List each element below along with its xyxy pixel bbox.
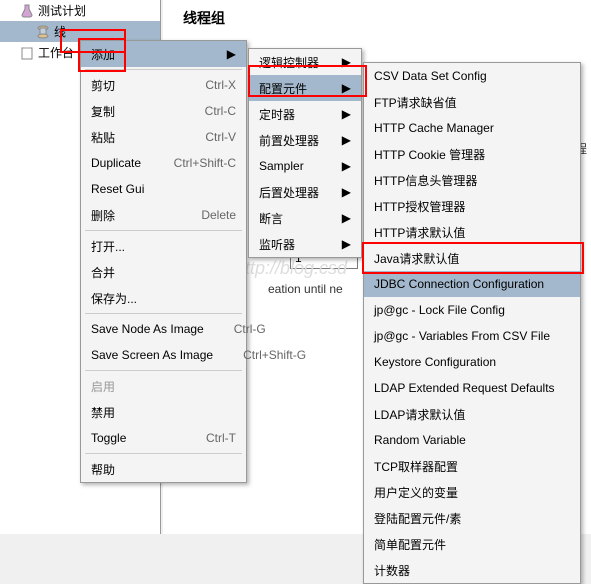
menu-separator — [85, 370, 242, 371]
context-menu: 添加 ▶ 剪切Ctrl-X 复制Ctrl-C 粘贴Ctrl-V Duplicat… — [80, 40, 247, 483]
menu-separator — [85, 313, 242, 314]
tree-root-label: 测试计划 — [38, 2, 86, 19]
menu-enable[interactable]: 启用 — [81, 373, 246, 399]
arrow-right-icon: ▶ — [342, 55, 351, 69]
flask-icon — [20, 4, 34, 18]
watermark-text: http://blog.csd — [235, 258, 347, 279]
submenu-logic-controller[interactable]: 逻辑控制器▶ — [249, 49, 361, 75]
config-lock-file[interactable]: jp@gc - Lock File Config — [364, 297, 580, 323]
config-ldap-defaults[interactable]: LDAP请求默认值 — [364, 401, 580, 427]
config-keystore[interactable]: Keystore Configuration — [364, 349, 580, 375]
menu-separator — [85, 453, 242, 454]
submenu-assertion[interactable]: 断言▶ — [249, 205, 361, 231]
menu-reset-gui[interactable]: Reset Gui — [81, 176, 246, 202]
config-counter[interactable]: 计数器 — [364, 557, 580, 583]
menu-paste[interactable]: 粘贴Ctrl-V — [81, 124, 246, 150]
menu-delete[interactable]: 删除Delete — [81, 202, 246, 228]
menu-cut[interactable]: 剪切Ctrl-X — [81, 72, 246, 98]
arrow-right-icon: ▶ — [342, 107, 351, 121]
arrow-right-icon: ▶ — [342, 133, 351, 147]
config-jdbc[interactable]: JDBC Connection Configuration — [364, 271, 580, 297]
config-http-defaults[interactable]: HTTP请求默认值 — [364, 219, 580, 245]
config-http-auth[interactable]: HTTP授权管理器 — [364, 193, 580, 219]
config-element-submenu: CSV Data Set Config FTP请求缺省值 HTTP Cache … — [363, 62, 581, 584]
config-http-header[interactable]: HTTP信息头管理器 — [364, 167, 580, 193]
menu-toggle[interactable]: ToggleCtrl-T — [81, 425, 246, 451]
menu-separator — [85, 230, 242, 231]
menu-copy[interactable]: 复制Ctrl-C — [81, 98, 246, 124]
add-submenu: 逻辑控制器▶ 配置元件▶ 定时器▶ 前置处理器▶ Sampler▶ 后置处理器▶… — [248, 48, 362, 258]
menu-save-as[interactable]: 保存为... — [81, 285, 246, 311]
arrow-right-icon: ▶ — [342, 159, 351, 173]
menu-add[interactable]: 添加 ▶ — [81, 41, 246, 67]
config-csv[interactable]: CSV Data Set Config — [364, 63, 580, 89]
config-tcp[interactable]: TCP取样器配置 — [364, 453, 580, 479]
menu-save-screen-image[interactable]: Save Screen As ImageCtrl+Shift-G — [81, 342, 246, 368]
tree-node2-label: 工作台 — [38, 44, 74, 61]
config-java-defaults[interactable]: Java请求默认值 — [364, 245, 580, 271]
menu-open[interactable]: 打开... — [81, 233, 246, 259]
submenu-timer[interactable]: 定时器▶ — [249, 101, 361, 127]
main-title: 线程组 — [163, 0, 591, 36]
arrow-right-icon: ▶ — [342, 237, 351, 251]
menu-help[interactable]: 帮助 — [81, 456, 246, 482]
config-random-var[interactable]: Random Variable — [364, 427, 580, 453]
clipboard-icon — [20, 46, 34, 60]
config-http-cookie[interactable]: HTTP Cookie 管理器 — [364, 141, 580, 167]
config-simple[interactable]: 简单配置元件 — [364, 531, 580, 557]
menu-separator — [85, 69, 242, 70]
menu-save-node-image[interactable]: Save Node As ImageCtrl-G — [81, 316, 246, 342]
menu-disable[interactable]: 禁用 — [81, 399, 246, 425]
config-vars-csv[interactable]: jp@gc - Variables From CSV File — [364, 323, 580, 349]
submenu-sampler[interactable]: Sampler▶ — [249, 153, 361, 179]
bg-creation-partial: eation until ne — [268, 282, 343, 296]
submenu-preprocessor[interactable]: 前置处理器▶ — [249, 127, 361, 153]
menu-duplicate[interactable]: DuplicateCtrl+Shift-C — [81, 150, 246, 176]
tree-thread-group[interactable]: 线 — [0, 21, 160, 42]
config-login[interactable]: 登陆配置元件/素 — [364, 505, 580, 531]
config-ftp[interactable]: FTP请求缺省值 — [364, 89, 580, 115]
arrow-right-icon: ▶ — [342, 211, 351, 225]
tree-node1-label: 线 — [54, 23, 66, 40]
config-http-cache[interactable]: HTTP Cache Manager — [364, 115, 580, 141]
arrow-right-icon: ▶ — [227, 47, 236, 61]
submenu-listener[interactable]: 监听器▶ — [249, 231, 361, 257]
config-ldap-ext[interactable]: LDAP Extended Request Defaults — [364, 375, 580, 401]
submenu-config-element[interactable]: 配置元件▶ — [249, 75, 361, 101]
spool-icon — [36, 25, 50, 39]
tree-root[interactable]: 测试计划 — [0, 0, 160, 21]
submenu-postprocessor[interactable]: 后置处理器▶ — [249, 179, 361, 205]
config-user-vars[interactable]: 用户定义的变量 — [364, 479, 580, 505]
arrow-right-icon: ▶ — [342, 185, 351, 199]
arrow-right-icon: ▶ — [342, 81, 351, 95]
menu-merge[interactable]: 合并 — [81, 259, 246, 285]
